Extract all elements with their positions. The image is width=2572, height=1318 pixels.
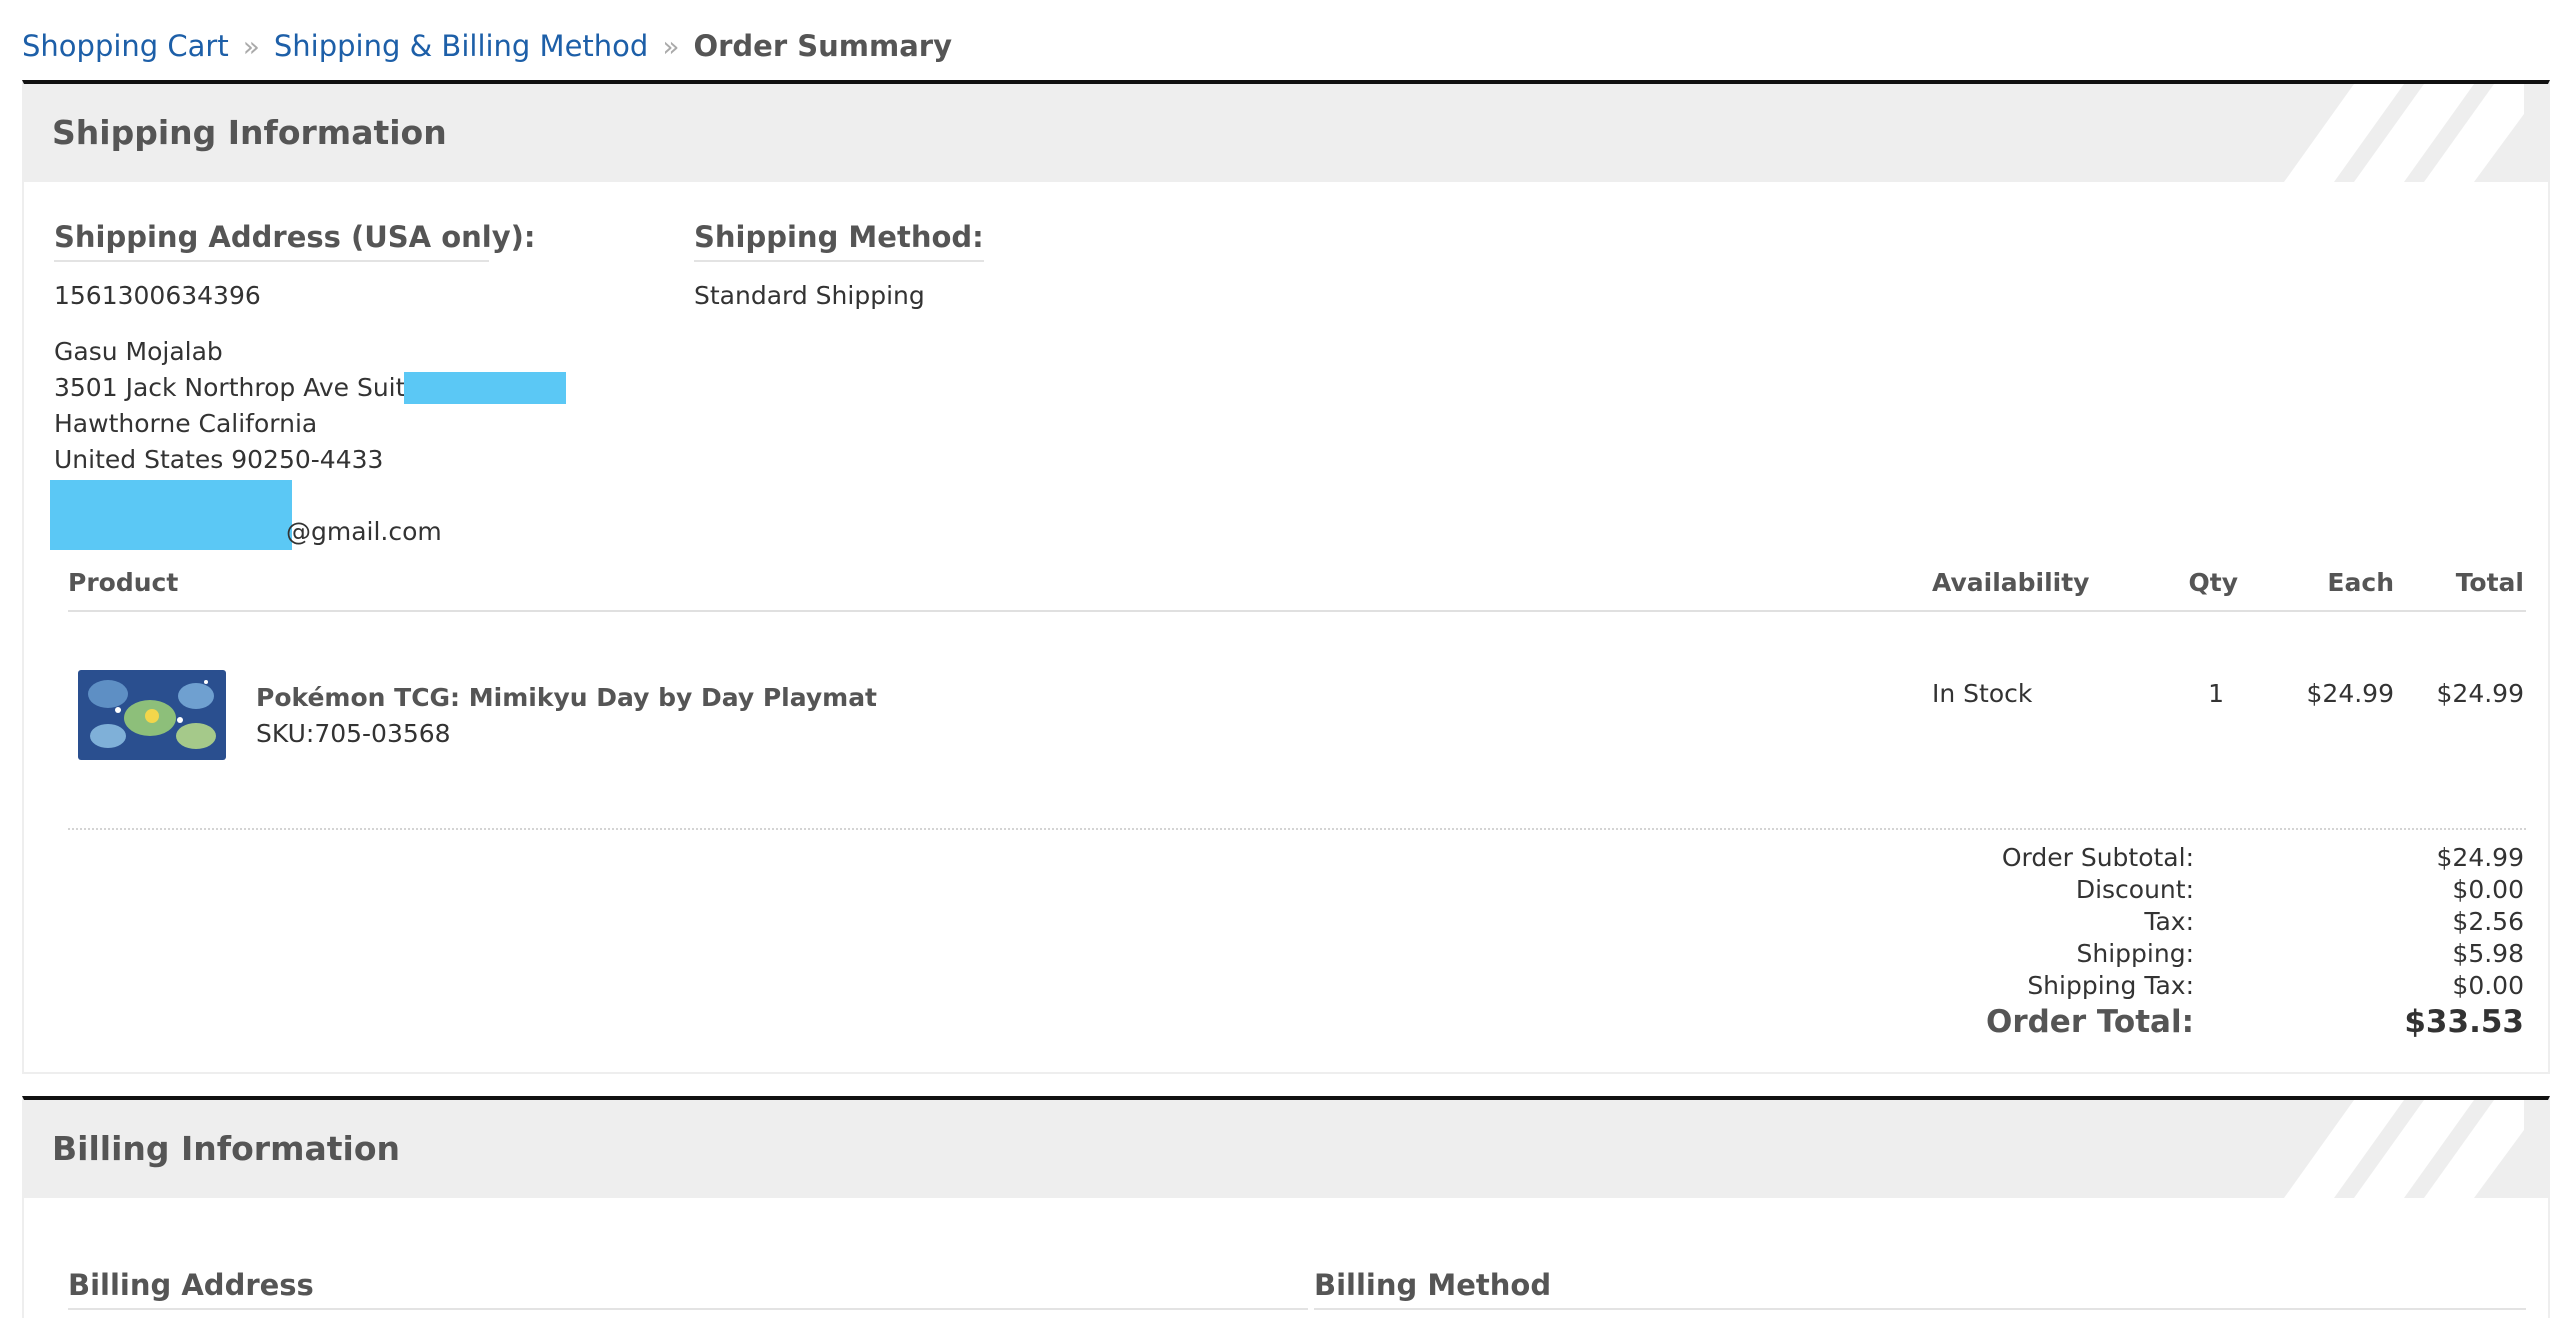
billing-information-panel: Billing Information Billing Address Bill…: [22, 1096, 2550, 1318]
redacted-suite-number: [404, 372, 566, 404]
shipping-cost-label: Shipping:: [2076, 939, 2194, 968]
billing-panel-title: Billing Information: [52, 1129, 400, 1168]
shipping-tax-label: Shipping Tax:: [2027, 971, 2194, 1000]
breadcrumb-shopping-cart[interactable]: Shopping Cart: [22, 29, 229, 63]
shipping-method-label: Shipping Method:: [694, 220, 984, 262]
col-header-product: Product: [68, 568, 179, 597]
discount-value: $0.00: [2452, 875, 2524, 904]
product-thumbnail[interactable]: [78, 670, 226, 760]
discount-label: Discount:: [2075, 875, 2194, 904]
shipping-name: Gasu Mojalab: [54, 337, 223, 366]
shipping-cost-value: $5.98: [2452, 939, 2524, 968]
breadcrumb-separator: »: [662, 29, 680, 63]
breadcrumb-order-summary: Order Summary: [693, 29, 952, 63]
product-availability: In Stock: [1932, 679, 2033, 708]
subtotal-label: Order Subtotal:: [2001, 843, 2194, 872]
shipping-method-value: Standard Shipping: [694, 281, 925, 310]
tax-value: $2.56: [2452, 907, 2524, 936]
header-stripes-decoration: [2284, 1100, 2524, 1198]
col-header-qty: Qty: [2188, 568, 2239, 597]
shipping-email: @gmail.com: [286, 517, 442, 546]
shipping-address-label: Shipping Address (USA only):: [54, 220, 535, 262]
breadcrumb-shipping-billing[interactable]: Shipping & Billing Method: [274, 29, 648, 63]
summary-divider: [68, 828, 2526, 830]
order-total-value: $33.53: [2404, 1004, 2524, 1040]
header-stripes-decoration: [2284, 84, 2524, 182]
shipping-panel-title: Shipping Information: [52, 113, 447, 152]
product-each-price: $24.99: [2306, 679, 2394, 708]
subtotal-value: $24.99: [2436, 843, 2524, 872]
product-name[interactable]: Pokémon TCG: Mimikyu Day by Day Playmat: [256, 680, 877, 716]
breadcrumb-separator: »: [242, 29, 260, 63]
redacted-email-user: [50, 480, 292, 550]
table-header-divider: [68, 610, 2526, 612]
shipping-panel-header: Shipping Information: [24, 84, 2548, 182]
billing-panel-header: Billing Information: [24, 1100, 2548, 1198]
product-sku: SKU:705-03568: [256, 719, 451, 748]
shipping-phone: 1561300634396: [54, 281, 261, 310]
shipping-tax-value: $0.00: [2452, 971, 2524, 1000]
shipping-street: 3501 Jack Northrop Ave Suite #: [54, 373, 450, 402]
col-header-total: Total: [2455, 568, 2524, 597]
shipping-country-zip: United States 90250-4433: [54, 445, 384, 474]
order-total-label: Order Total:: [1985, 1004, 2194, 1040]
col-header-each: Each: [2327, 568, 2394, 597]
breadcrumb: Shopping Cart » Shipping & Billing Metho…: [22, 24, 952, 68]
shipping-city: Hawthorne California: [54, 409, 318, 438]
shipping-information-panel: Shipping Information Shipping Address (U…: [22, 80, 2550, 1074]
billing-address-label: Billing Address: [68, 1268, 1308, 1310]
tax-label: Tax:: [2144, 907, 2194, 936]
col-header-availability: Availability: [1932, 568, 2090, 597]
product-total-price: $24.99: [2436, 679, 2524, 708]
product-qty: 1: [2208, 679, 2224, 708]
billing-method-label: Billing Method: [1314, 1268, 2526, 1310]
